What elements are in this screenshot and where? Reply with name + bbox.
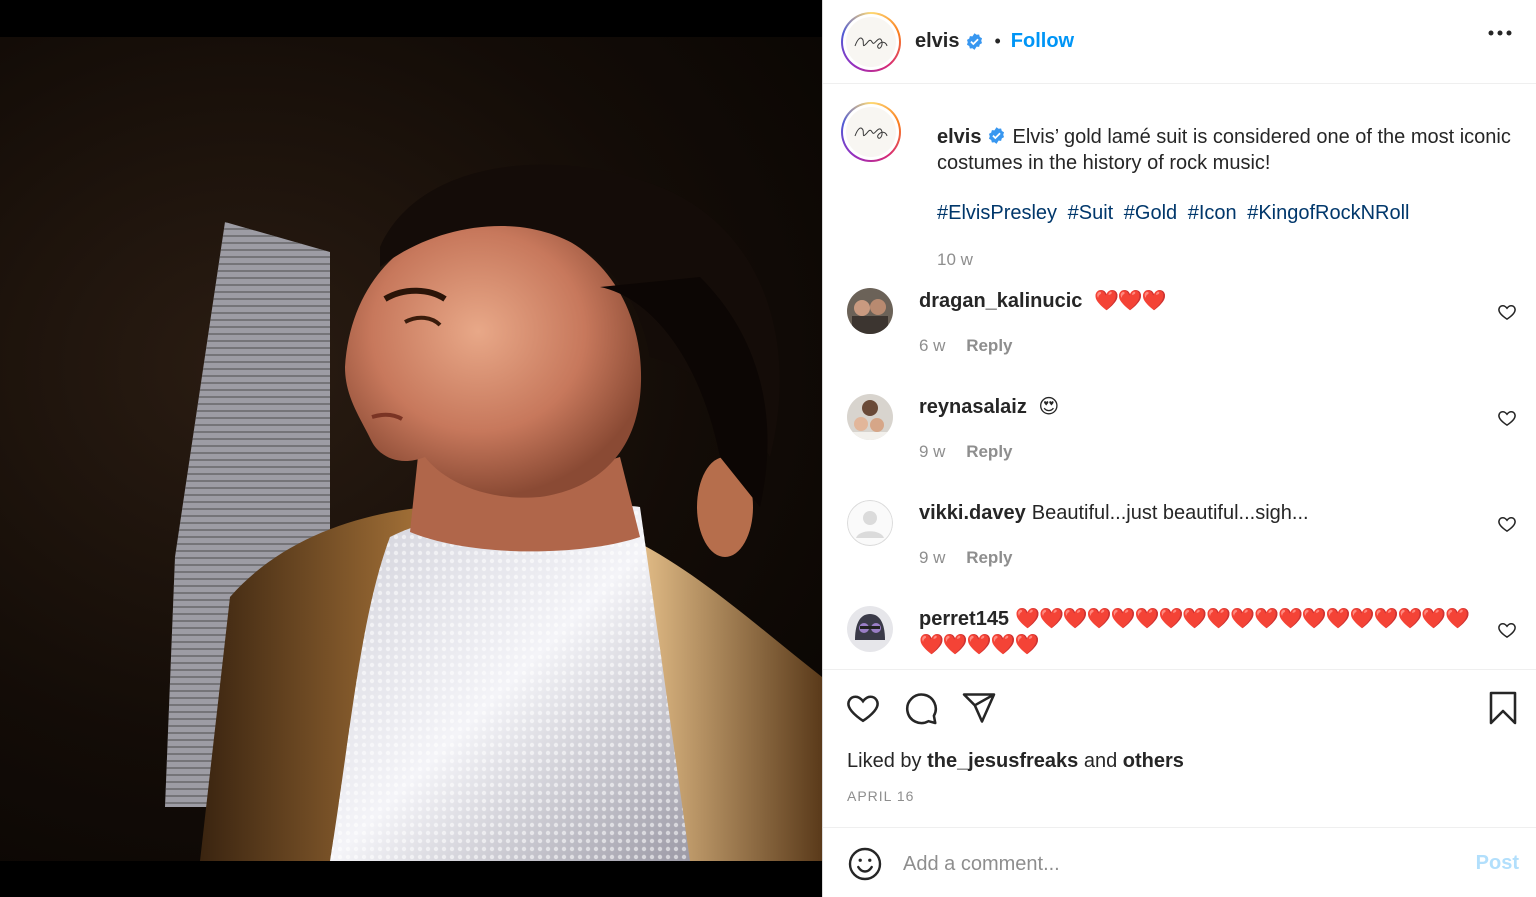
comment-item: dragan_kalinucic ❤️❤️❤️ 6 w Reply xyxy=(847,288,1517,388)
comment-age[interactable]: 9 w xyxy=(919,442,945,461)
separator-dot: • xyxy=(994,31,1001,51)
comment-body: reynasalaiz 😍 xyxy=(919,394,1479,420)
heart-outline-icon[interactable] xyxy=(1497,514,1517,534)
post-date[interactable]: APRIL 16 xyxy=(847,788,914,804)
comment-meta: 9 w Reply xyxy=(919,548,1013,568)
post-comment-button[interactable]: Post xyxy=(1476,852,1519,875)
likes-user[interactable]: the_jesusfreaks xyxy=(927,750,1078,772)
comment-text: ❤️❤️❤️ xyxy=(1093,290,1167,312)
likes-prefix: Liked by xyxy=(847,750,922,772)
comment-username[interactable]: reynasalaiz xyxy=(919,396,1027,418)
caption-username[interactable]: elvis xyxy=(937,126,981,148)
hashtag-link[interactable]: #Suit xyxy=(1068,202,1114,224)
comment-item: perret145 ❤️❤️❤️❤️❤️❤️❤️❤️❤️❤️❤️❤️❤️❤️❤️❤… xyxy=(847,606,1517,669)
likes-conjunction: and xyxy=(1083,750,1118,772)
signature-logo-icon xyxy=(854,127,888,139)
instagram-post: elvis • Follow elvis Elvis’ gold lamé su… xyxy=(0,0,1536,897)
comment-text: Beautiful...just beautiful...sigh... xyxy=(1031,502,1309,524)
signature-logo-icon xyxy=(854,37,888,49)
post-username[interactable]: elvis xyxy=(915,30,959,53)
comment-meta: 9 w Reply xyxy=(919,442,1013,462)
profile-avatar[interactable] xyxy=(841,11,901,72)
follow-button[interactable]: Follow xyxy=(1011,30,1074,53)
heart-outline-icon[interactable] xyxy=(1497,302,1517,322)
likes-summary: Liked by the_jesusfreaks and others xyxy=(847,750,1184,773)
photo-pane xyxy=(0,0,822,897)
comment-username[interactable]: vikki.davey xyxy=(919,502,1026,524)
commenter-avatar[interactable] xyxy=(847,394,893,440)
comment-username[interactable]: perret145 xyxy=(919,608,1009,630)
post-side-panel: elvis • Follow elvis Elvis’ gold lamé su… xyxy=(822,0,1536,897)
share-paper-plane-icon[interactable] xyxy=(961,690,997,726)
commenter-avatar[interactable] xyxy=(847,606,893,652)
caption-hashtags: #ElvisPresley #Suit #Gold #Icon #KingofR… xyxy=(937,202,1415,225)
comment-meta: 6 w Reply xyxy=(919,336,1013,356)
post-photo[interactable] xyxy=(0,37,822,861)
heart-outline-icon[interactable] xyxy=(1497,408,1517,428)
comment-username[interactable]: dragan_kalinucic xyxy=(919,290,1082,312)
emoji-smile-icon[interactable] xyxy=(847,846,883,882)
hashtag-link[interactable]: #Icon xyxy=(1188,202,1237,224)
comment-body: vikki.davey Beautiful...just beautiful...… xyxy=(919,500,1479,526)
likes-others[interactable]: others xyxy=(1123,750,1184,772)
comment-body: dragan_kalinucic ❤️❤️❤️ xyxy=(919,288,1479,314)
comment-input[interactable] xyxy=(903,846,1443,882)
commenter-avatar[interactable] xyxy=(847,288,893,334)
post-header: elvis • Follow xyxy=(823,0,1536,84)
post-actions: Liked by the_jesusfreaks and others APRI… xyxy=(823,669,1536,827)
hashtag-link[interactable]: #ElvisPresley xyxy=(937,202,1057,224)
caption-avatar[interactable] xyxy=(841,102,901,162)
caption-text-block: elvis Elvis’ gold lamé suit is considere… xyxy=(937,124,1517,176)
heart-outline-icon[interactable] xyxy=(845,690,881,726)
comment-bubble-icon[interactable] xyxy=(903,690,939,726)
heart-outline-icon[interactable] xyxy=(1497,620,1517,640)
reply-button[interactable]: Reply xyxy=(966,336,1012,355)
commenter-avatar[interactable] xyxy=(847,500,893,546)
verified-badge-icon xyxy=(967,33,983,50)
caption-age[interactable]: 10 w xyxy=(937,250,973,270)
verified-badge-icon xyxy=(989,127,1005,144)
bookmark-icon[interactable] xyxy=(1485,690,1521,726)
hashtag-link[interactable]: #KingofRockNRoll xyxy=(1247,202,1409,224)
reply-button[interactable]: Reply xyxy=(966,442,1012,461)
caption-text: Elvis’ gold lamé suit is considered one … xyxy=(937,126,1511,174)
comment-age[interactable]: 9 w xyxy=(919,548,945,567)
more-options-icon[interactable] xyxy=(1488,30,1512,36)
hashtag-link[interactable]: #Gold xyxy=(1124,202,1177,224)
reply-button[interactable]: Reply xyxy=(966,548,1012,567)
comment-item: reynasalaiz 😍 9 w Reply xyxy=(847,394,1517,494)
comment-body: perret145 ❤️❤️❤️❤️❤️❤️❤️❤️❤️❤️❤️❤️❤️❤️❤️❤… xyxy=(919,606,1479,658)
add-comment-bar: Post xyxy=(823,827,1536,897)
comments-list[interactable]: elvis Elvis’ gold lamé suit is considere… xyxy=(823,84,1536,669)
comment-item: vikki.davey Beautiful...just beautiful...… xyxy=(847,500,1517,600)
comment-age[interactable]: 6 w xyxy=(919,336,945,355)
comment-text: 😍 xyxy=(1038,396,1060,418)
